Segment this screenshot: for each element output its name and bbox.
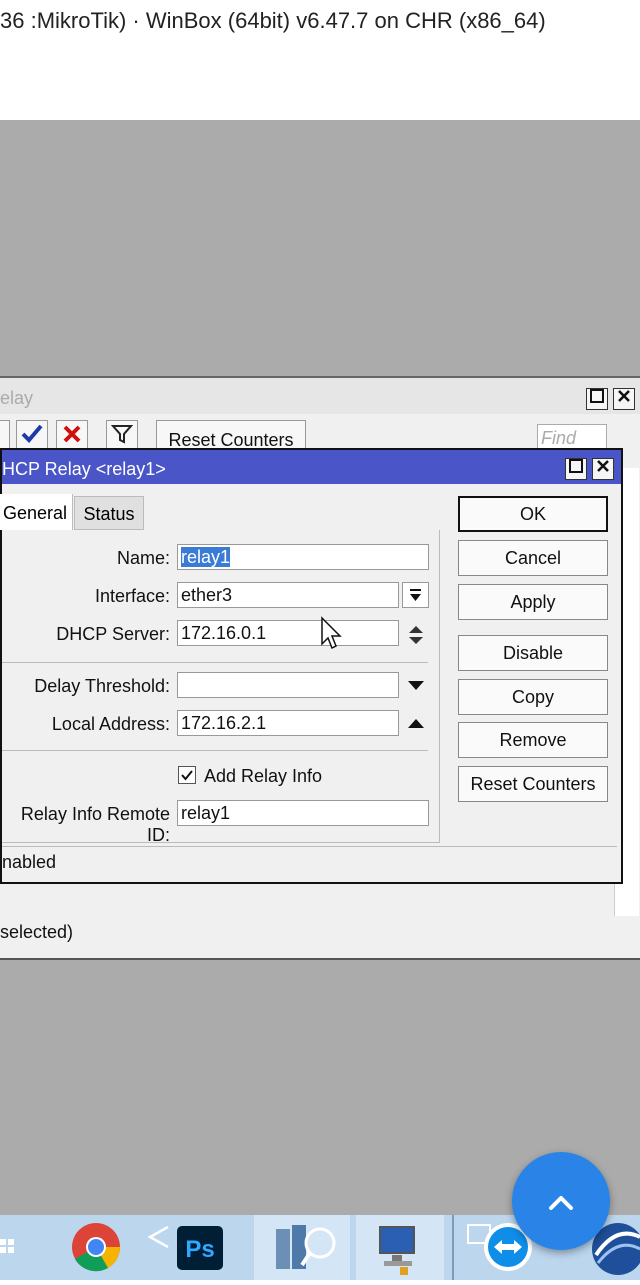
local-address-field[interactable]: 172.16.2.1 [177,710,399,736]
name-label: Name: [116,548,170,568]
apply-button[interactable]: Apply [458,584,608,620]
cancel-button[interactable]: Cancel [458,540,608,576]
relay-window-title-text: elay [0,388,34,408]
chrome-icon[interactable] [66,1215,126,1280]
close-icon[interactable] [613,388,635,410]
delay-threshold-field[interactable] [177,672,399,698]
toolbar-strip [0,72,640,121]
updown-stepper-icon[interactable] [404,622,428,648]
dhcp-server-label: DHCP Server: [56,624,170,644]
add-relay-info-checkbox[interactable] [178,766,196,784]
relay-info-remote-id-label: Relay Info Remote ID: [20,804,170,845]
maximize-icon[interactable] [586,388,608,410]
relay-list-status: selected) [0,922,74,942]
dialog-title: HCP Relay <relay1> [2,459,166,479]
expand-down-icon[interactable] [404,672,428,698]
dialog-title-bar: HCP Relay <relay1> [2,450,621,484]
relay-info-remote-id-field[interactable]: relay1 [177,800,429,826]
dhcp-server-field[interactable]: 172.16.0.1 [177,620,399,646]
delay-threshold-label: Delay Threshold: [34,676,170,696]
mouse-cursor-icon [320,616,344,652]
tab-general[interactable]: General [0,494,73,530]
reset-counters-button[interactable]: Reset Counters [458,766,608,802]
dialog-maximize-icon[interactable] [565,458,587,480]
remove-button[interactable]: Remove [458,722,608,758]
name-value: relay1 [181,547,231,567]
dialog-status: nabled [2,852,57,872]
tab-status[interactable]: Status [74,496,144,530]
back-arrow-icon[interactable] [144,1215,176,1280]
divider [2,662,428,663]
local-address-label: Local Address: [51,714,170,734]
start-grid-icon[interactable] [0,1215,22,1280]
dhcp-relay-dialog: HCP Relay <relay1> General Status Name: … [0,448,623,884]
find-input[interactable]: Find [537,424,607,450]
divider [2,846,617,847]
menu-strip [0,42,640,73]
relay-window-title: elay [0,378,640,414]
dropdown-icon[interactable] [402,582,429,608]
app-title: 36 :MikroTik) · WinBox (64bit) v6.47.7 o… [0,8,546,33]
dialog-close-icon[interactable] [592,458,614,480]
name-field[interactable]: relay1 [177,544,429,570]
taskbar-divider [452,1215,454,1280]
ok-button[interactable]: OK [458,496,608,532]
interface-label: Interface: [94,586,170,606]
disable-button[interactable]: Disable [458,635,608,671]
network-computer-icon[interactable] [356,1215,444,1280]
chevron-up-icon [549,1196,573,1210]
interface-select[interactable]: ether3 [177,582,399,608]
add-relay-info-label: Add Relay Info [204,766,323,786]
server-manager-icon[interactable] [254,1215,350,1280]
photoshop-icon[interactable]: Ps [174,1215,226,1280]
divider [2,750,428,751]
svg-text:Ps: Ps [185,1236,214,1263]
copy-button[interactable]: Copy [458,679,608,715]
collapse-up-icon[interactable] [404,710,428,736]
general-form-panel: Name: relay1 Interface: ether3 DHCP Serv… [2,530,440,845]
scroll-up-button[interactable] [512,1152,610,1250]
